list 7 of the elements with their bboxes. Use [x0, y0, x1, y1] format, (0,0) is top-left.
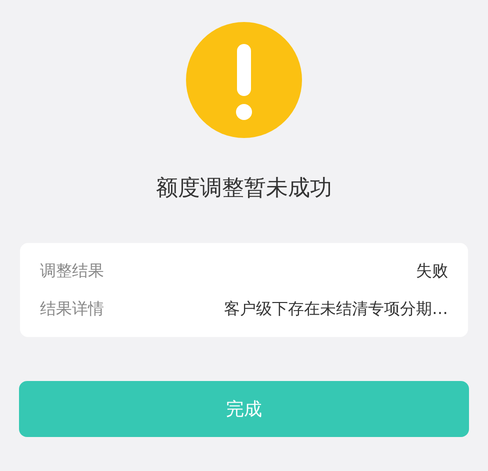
detail-value: 客户级下存在未结清专项分期…	[224, 298, 448, 320]
detail-label: 结果详情	[40, 298, 104, 320]
detail-label: 调整结果	[40, 260, 104, 282]
detail-value: 失败	[416, 260, 448, 282]
warning-icon	[186, 22, 302, 138]
result-title: 额度调整暂未成功	[156, 175, 332, 203]
done-button[interactable]: 完成	[19, 381, 469, 437]
